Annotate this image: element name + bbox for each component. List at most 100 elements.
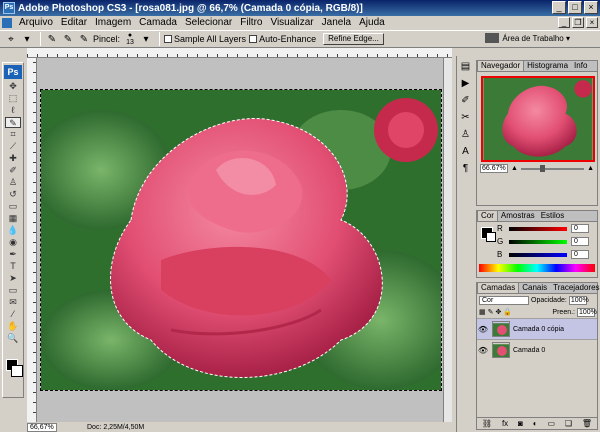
tool-presets-icon[interactable]: ✂ (459, 110, 473, 124)
zoom-in-icon[interactable]: ▲ (587, 165, 594, 172)
new-group-icon[interactable]: ▭ (547, 419, 555, 428)
close-button[interactable]: × (584, 1, 598, 14)
menu-imagem[interactable]: Imagem (91, 16, 135, 30)
vertical-ruler[interactable] (27, 58, 37, 423)
tab-tracejadores[interactable]: Tracejadores (550, 283, 600, 293)
adjustment-layer-icon[interactable]: ◐ (533, 419, 538, 428)
dodge-tool-icon[interactable]: ◉ (5, 237, 21, 248)
healing-brush-icon[interactable]: ✚ (5, 153, 21, 164)
menu-arquivo[interactable]: Arquivo (15, 16, 57, 30)
document-icon[interactable] (2, 18, 12, 28)
sample-all-layers-checkbox[interactable] (164, 35, 173, 43)
type-tool-icon[interactable]: T (5, 261, 21, 272)
blur-tool-icon[interactable]: 💧 (5, 225, 21, 236)
slice-tool-icon[interactable]: ⟋ (5, 141, 21, 152)
tab-info[interactable]: Info (571, 61, 590, 71)
blue-slider[interactable] (509, 252, 567, 257)
brushes-panel-icon[interactable]: ✐ (459, 93, 473, 107)
path-selection-icon[interactable]: ➤ (5, 273, 21, 284)
navigator-thumbnail[interactable] (481, 76, 595, 162)
move-tool-icon[interactable]: ✥ (5, 81, 21, 92)
color-spectrum[interactable] (479, 264, 595, 272)
layer-row[interactable]: 👁 Camada 0 cópia (477, 318, 597, 339)
layer-row[interactable]: 👁 Camada 0 (477, 339, 597, 360)
doc-restore-button[interactable]: ❐ (572, 17, 584, 28)
tab-camadas[interactable]: Camadas (477, 282, 520, 293)
tab-cor[interactable]: Cor (477, 210, 498, 221)
brush-picker[interactable]: ● 13 (123, 32, 137, 46)
lock-pixels-icon[interactable]: ✎ (488, 308, 494, 316)
add-to-selection-icon[interactable]: ✎ (61, 32, 75, 46)
green-slider[interactable] (509, 239, 567, 244)
tab-canais[interactable]: Canais (519, 283, 550, 293)
horizontal-ruler[interactable] (27, 48, 452, 58)
visibility-eye-icon[interactable]: 👁 (477, 325, 489, 334)
gradient-tool-icon[interactable]: ▦ (5, 213, 21, 224)
layer-style-icon[interactable]: fx (502, 419, 508, 428)
doc-close-button[interactable]: × (586, 17, 598, 28)
brush-tool-icon[interactable]: ✐ (5, 165, 21, 176)
fill-field[interactable]: 100% (577, 307, 597, 317)
maximize-button[interactable]: □ (568, 1, 582, 14)
zoom-out-icon[interactable]: ▲ (511, 165, 518, 172)
quick-selection-tool-icon[interactable]: ⌖ (4, 32, 18, 46)
layer-mask-icon[interactable]: ◙ (518, 419, 523, 428)
eyedropper-icon[interactable]: ⁄ (5, 309, 21, 320)
image-canvas[interactable] (40, 89, 442, 391)
menu-filtro[interactable]: Filtro (236, 16, 266, 30)
shape-tool-icon[interactable]: ▭ (5, 285, 21, 296)
lock-transparency-icon[interactable]: ▦ (479, 308, 486, 316)
workspace-switcher[interactable]: Área de Trabalho ▾ (485, 33, 570, 43)
color-background-swatch[interactable] (486, 232, 496, 242)
auto-enhance-checkbox[interactable] (249, 35, 258, 43)
lock-position-icon[interactable]: ✥ (496, 308, 502, 316)
lasso-tool-icon[interactable]: ℓ (5, 105, 21, 116)
quick-selection-tool-icon[interactable]: ✎ (5, 117, 21, 128)
blue-value[interactable]: 0 (571, 250, 589, 259)
history-brush-icon[interactable]: ↺ (5, 189, 21, 200)
menu-selecionar[interactable]: Selecionar (181, 16, 236, 30)
link-layers-icon[interactable]: ⛓ (482, 419, 492, 428)
new-layer-icon[interactable]: ❏ (565, 419, 572, 428)
minimize-button[interactable]: _ (552, 1, 566, 14)
tab-estilos[interactable]: Estilos (538, 211, 568, 221)
refine-edge-button[interactable]: Refine Edge... (323, 33, 384, 45)
red-value[interactable]: 0 (571, 224, 589, 233)
actions-panel-icon[interactable]: ▶ (459, 76, 473, 90)
background-color-swatch[interactable] (11, 365, 23, 377)
paragraph-panel-icon[interactable]: ¶ (459, 161, 473, 175)
eraser-tool-icon[interactable]: ▭ (5, 201, 21, 212)
lock-all-icon[interactable]: 🔒 (503, 308, 512, 316)
tab-navegador[interactable]: Navegador (477, 60, 525, 71)
menu-editar[interactable]: Editar (57, 16, 91, 30)
document-size-info[interactable]: Doc: 2,25M/4,50M (87, 424, 144, 431)
green-value[interactable]: 0 (571, 237, 589, 246)
brush-dropdown-icon[interactable]: ▾ (139, 32, 153, 46)
menu-ajuda[interactable]: Ajuda (355, 16, 389, 30)
marquee-tool-icon[interactable]: ⬚ (5, 93, 21, 104)
menu-visualizar[interactable]: Visualizar (266, 16, 317, 30)
menu-janela[interactable]: Janela (318, 16, 355, 30)
clone-stamp-icon[interactable]: ♙ (5, 177, 21, 188)
subtract-selection-icon[interactable]: ✎ (77, 32, 91, 46)
blend-mode-select[interactable]: Cor (479, 295, 529, 305)
hand-tool-icon[interactable]: ✋ (5, 321, 21, 332)
crop-tool-icon[interactable]: ⌗ (5, 129, 21, 140)
red-slider[interactable] (509, 226, 567, 231)
navigator-zoom-field[interactable]: 66.67% (480, 164, 508, 173)
tab-histograma[interactable]: Histograma (524, 61, 571, 71)
menu-camada[interactable]: Camada (135, 16, 181, 30)
clone-source-icon[interactable]: ♙ (459, 127, 473, 141)
zoom-level-field[interactable]: 66,67% (27, 422, 57, 432)
notes-tool-icon[interactable]: ✉ (5, 297, 21, 308)
new-selection-icon[interactable]: ✎ (45, 32, 59, 46)
opacity-field[interactable]: 100% (568, 295, 589, 305)
tab-amostras[interactable]: Amostras (498, 211, 538, 221)
navigator-zoom-slider[interactable] (520, 164, 585, 172)
zoom-tool-icon[interactable]: 🔍 (5, 333, 21, 344)
delete-layer-icon[interactable]: 🗑 (582, 419, 592, 428)
pen-tool-icon[interactable]: ✒ (5, 249, 21, 260)
history-panel-icon[interactable]: ▤ (459, 59, 473, 73)
visibility-eye-icon[interactable]: 👁 (477, 346, 489, 355)
character-panel-icon[interactable]: A (459, 144, 473, 158)
